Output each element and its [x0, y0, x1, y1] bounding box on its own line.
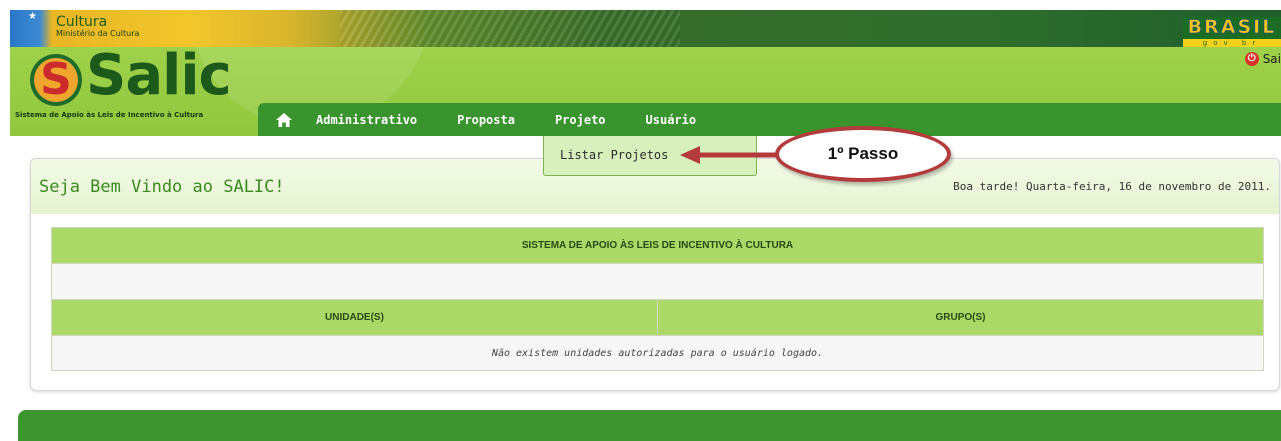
table-title: SISTEMA DE APOIO ÀS LEIS DE INCENTIVO À …: [51, 227, 1264, 264]
user-units-table: SISTEMA DE APOIO ÀS LEIS DE INCENTIVO À …: [51, 227, 1264, 371]
annotation-label: 1º Passo: [827, 144, 899, 163]
ministry-logo[interactable]: Cultura Ministério da Cultura: [56, 15, 139, 38]
empty-message: Não existem unidades autorizadas para o …: [51, 335, 1264, 371]
table-header-row: UNIDADE(S) GRUPO(S): [51, 299, 1264, 336]
ministry-title: Cultura: [56, 14, 108, 30]
brasil-gov-badge[interactable]: BRASIL gov br: [1183, 17, 1281, 47]
table-spacer-row: [51, 263, 1264, 300]
nav-item-projeto[interactable]: Projeto: [555, 113, 606, 127]
nav-item-usuario[interactable]: Usuário: [646, 113, 697, 127]
menu-item-listar-projetos[interactable]: Listar Projetos: [560, 148, 668, 162]
brasil-badge-subtext: gov br: [1183, 39, 1281, 47]
home-icon[interactable]: [272, 108, 296, 132]
salic-logo[interactable]: S Salic: [30, 47, 232, 108]
greeting-date: Boa tarde! Quarta-feira, 16 de novembro …: [953, 180, 1271, 193]
column-header-unidades: UNIDADE(S): [51, 299, 658, 336]
salic-tagline: Sistema de Apoio às Leis de Incentivo à …: [15, 111, 204, 119]
salic-logo-letter: S: [34, 58, 78, 102]
logout-label: Sai: [1262, 52, 1281, 66]
table-spacer: [51, 263, 1264, 300]
table-title-row: SISTEMA DE APOIO ÀS LEIS DE INCENTIVO À …: [51, 227, 1264, 264]
logout-link[interactable]: ⏻ Sai: [1244, 52, 1281, 66]
annotation-arrow: [680, 146, 786, 164]
page-title: Seja Bem Vindo ao SALIC!: [39, 177, 285, 197]
nav-item-administrativo[interactable]: Administrativo: [316, 113, 417, 127]
table-row: Não existem unidades autorizadas para o …: [51, 335, 1264, 371]
star-icon: ★: [28, 11, 37, 22]
footer-bar: [18, 410, 1281, 441]
salic-logo-text: Salic: [86, 47, 232, 108]
brasil-badge-text: BRASIL: [1187, 17, 1277, 38]
salic-logo-mark: S: [30, 54, 82, 106]
annotation-callout: 1º Passo: [775, 126, 951, 182]
nav-item-proposta[interactable]: Proposta: [457, 113, 515, 127]
main-nav: Administrativo Proposta Projeto Usuário: [258, 103, 1281, 136]
power-icon: ⏻: [1244, 52, 1259, 66]
column-header-grupos: GRUPO(S): [657, 299, 1264, 336]
ministry-subtitle: Ministério da Cultura: [56, 29, 140, 38]
gov-top-bar: ★ Cultura Ministério da Cultura BRASIL g…: [10, 10, 1281, 47]
welcome-panel: Seja Bem Vindo ao SALIC! Boa tarde! Quar…: [30, 158, 1280, 391]
